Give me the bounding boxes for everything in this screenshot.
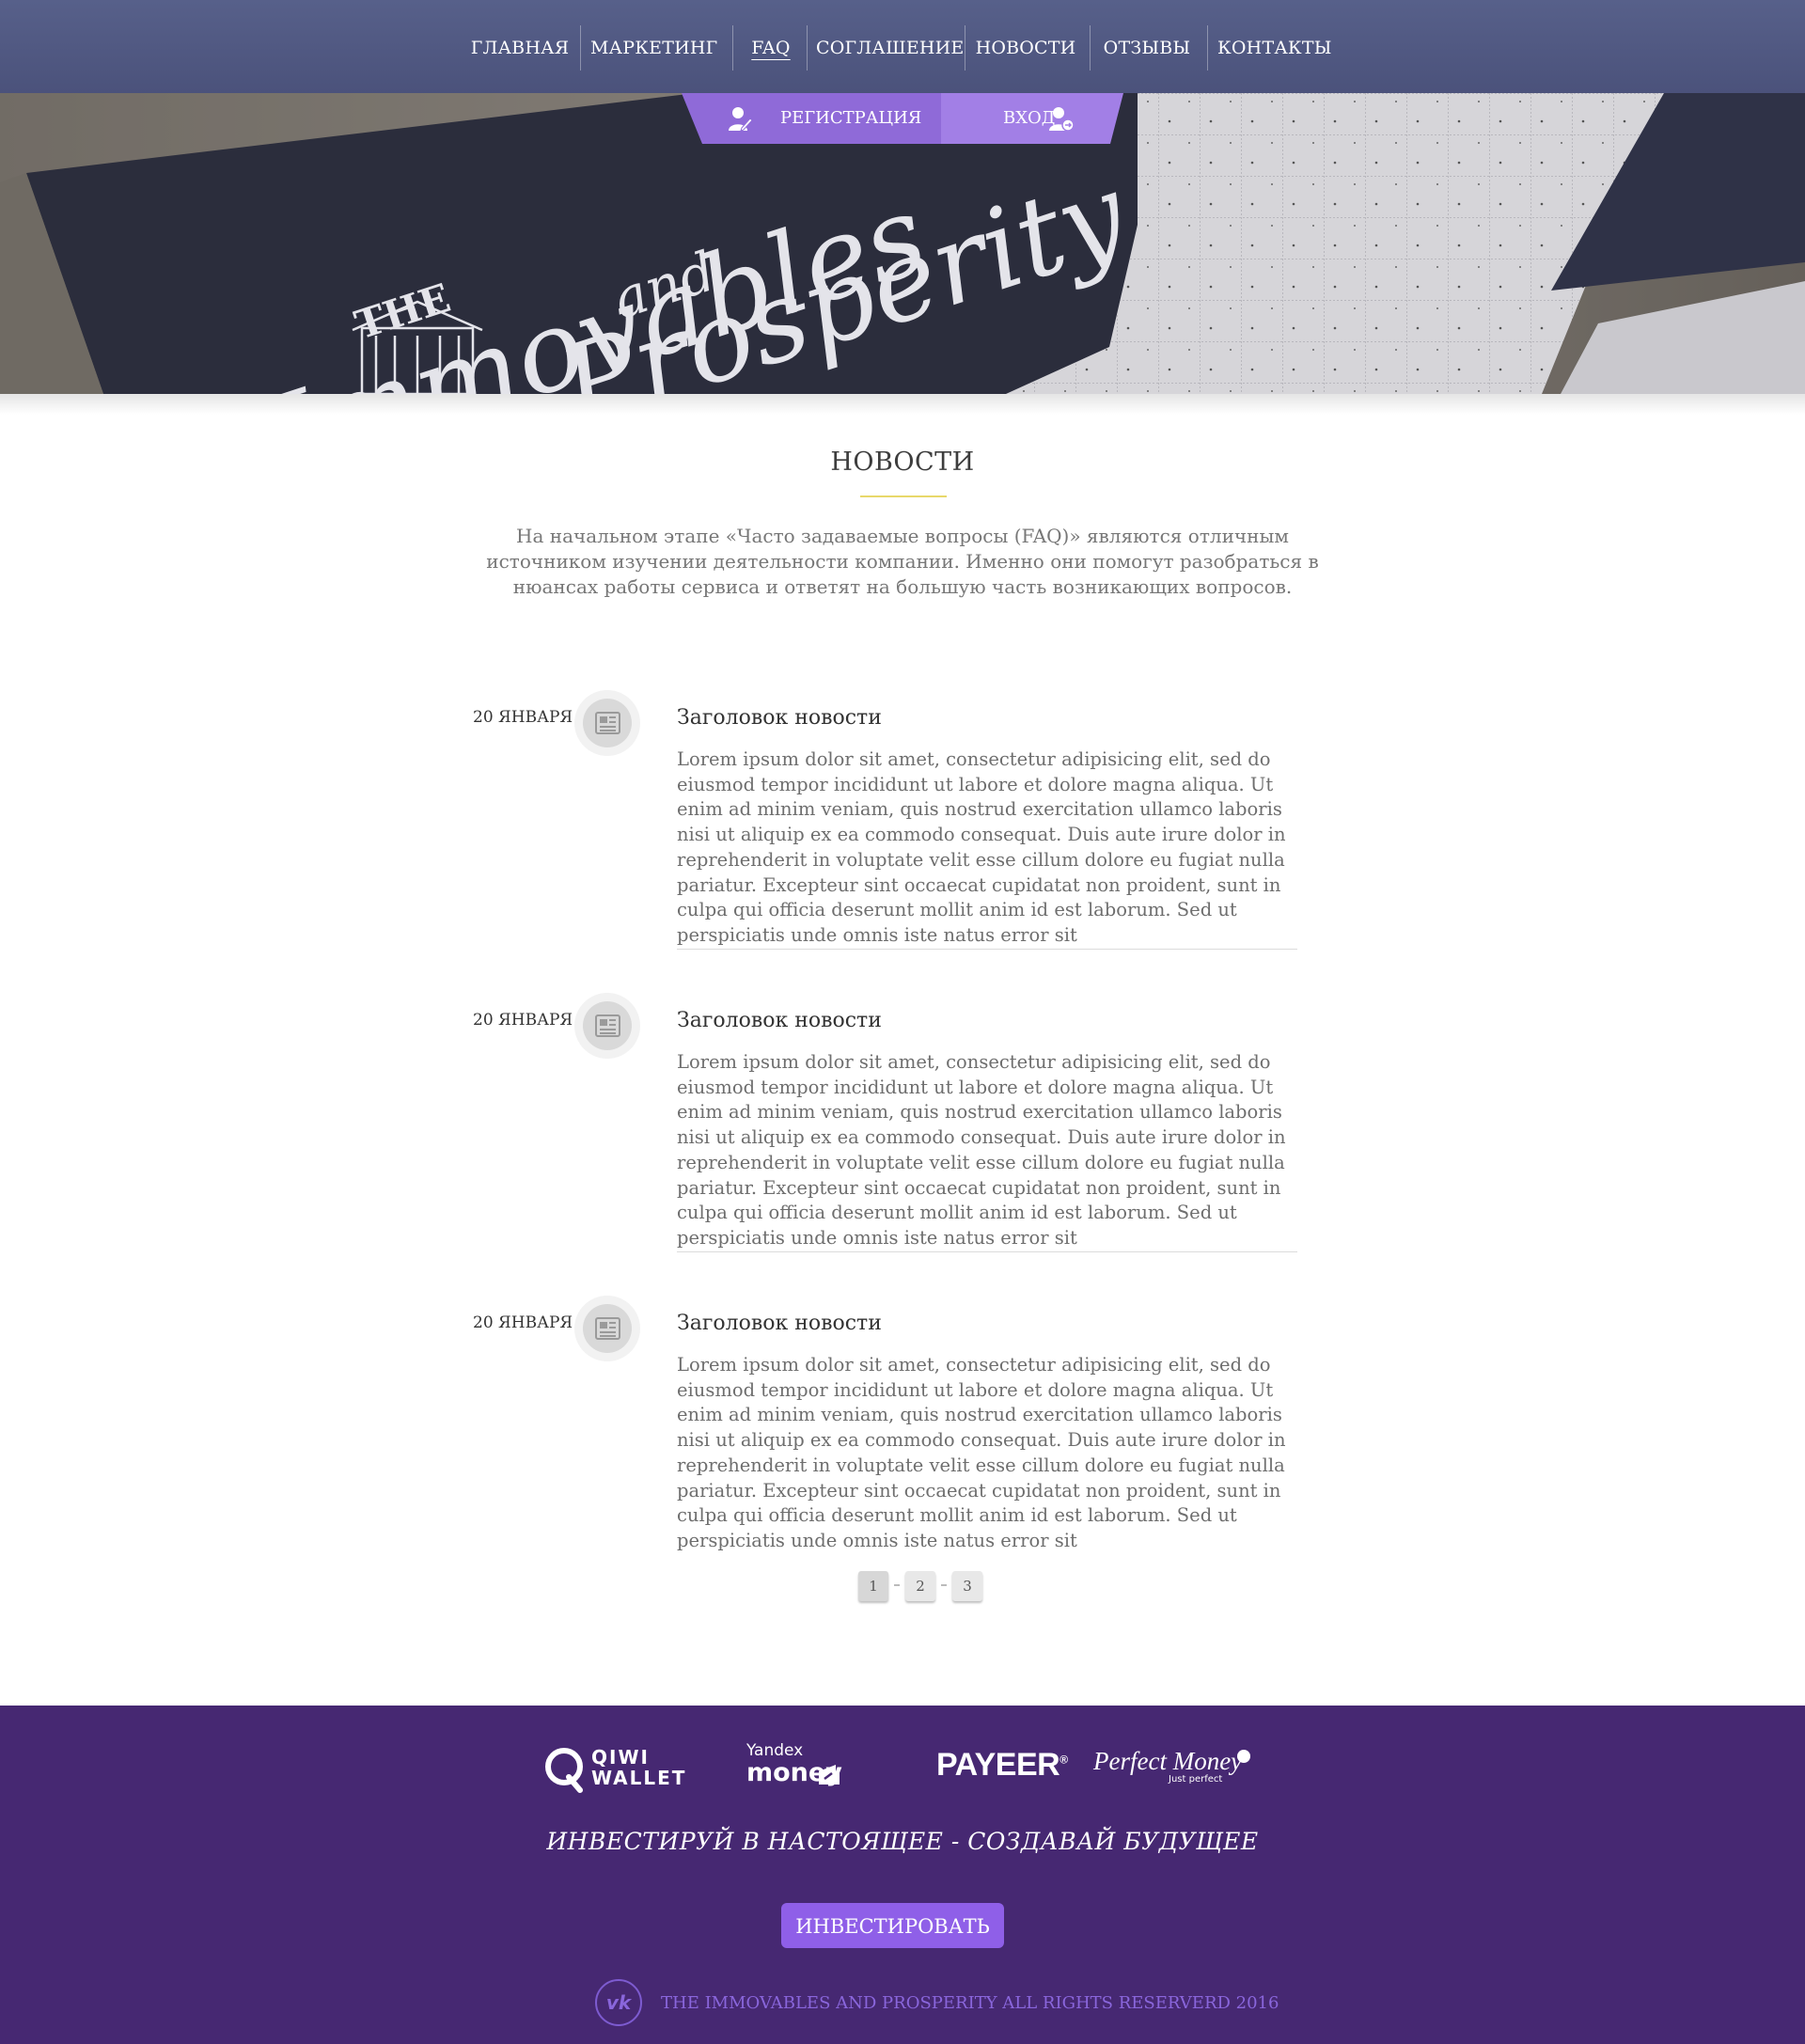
footer-slogan: ИНВЕСТИРУЙ В НАСТОЯЩЕЕ - СОЗДАВАЙ БУДУЩЕ…: [546, 1828, 1259, 1855]
newspaper-icon: [595, 1317, 620, 1340]
news-title[interactable]: Заголовок новости: [677, 706, 882, 730]
news-body: Lorem ipsum dolor sit amet, consectetur …: [677, 748, 1286, 946]
nav-item-reviews[interactable]: ОТЗЫВЫ: [1100, 0, 1194, 93]
page-separator: [894, 1584, 900, 1586]
perfect-money-text: Perfect Money: [1093, 1747, 1243, 1775]
news-body: Lorem ipsum dolor sit amet, consectetur …: [677, 1354, 1286, 1551]
nav-separator: [732, 25, 733, 71]
vk-logo: vk: [606, 1991, 633, 2014]
qiwi-wallet-logo: QIWI WALLET: [542, 1745, 684, 1794]
qiwi-line1: QIWI: [591, 1746, 650, 1769]
vk-icon[interactable]: vk: [595, 1979, 642, 2026]
login-button[interactable]: ВХОД: [941, 93, 1123, 144]
perfect-money-logo: Perfect Money Just perfect: [1093, 1747, 1253, 1788]
nav-separator: [1207, 25, 1208, 71]
register-button[interactable]: РЕГИСТРАЦИЯ: [682, 93, 941, 144]
news-divider: [677, 1251, 1297, 1252]
nav-item-news[interactable]: НОВОСТИ: [974, 0, 1077, 93]
payeer-logo: PAYEER®: [936, 1747, 1068, 1784]
newspaper-icon: [595, 712, 620, 734]
copyright-text: THE IMMOVABLES AND PROSPERITY ALL RIGHTS…: [661, 1993, 1279, 2013]
news-body: Lorem ipsum dolor sit amet, consectetur …: [677, 1051, 1286, 1249]
hero-shadow: [0, 394, 1805, 415]
nav-separator: [1090, 25, 1091, 71]
page-separator: [941, 1584, 947, 1586]
yandex-money-logo: Yandex money: [746, 1741, 850, 1796]
news-icon: [574, 993, 640, 1059]
news-title[interactable]: Заголовок новости: [677, 1312, 882, 1335]
user-edit-icon: [729, 107, 753, 132]
news-icon: [574, 690, 640, 756]
page-title: НОВОСТИ: [830, 448, 975, 477]
nav-item-marketing[interactable]: МАРКЕТИНГ: [590, 0, 717, 93]
user-login-icon: [1049, 107, 1075, 132]
perfect-money-subtitle: Just perfect: [1169, 1774, 1223, 1785]
yandex-wallet-icon: [819, 1765, 840, 1785]
news-divider: [677, 949, 1297, 950]
payeer-mark: ®: [1059, 1753, 1068, 1767]
pagination: 1 2 3: [0, 1571, 1805, 1601]
nav-item-agreement[interactable]: СОГЛАШЕНИЕ: [816, 0, 964, 93]
register-label: РЕГИСТРАЦИЯ: [780, 108, 922, 128]
intro-text: На начальном этапе «Часто задаваемые воп…: [486, 525, 1319, 598]
title-underline: [860, 495, 947, 497]
news-date: 20 ЯНВАРЯ: [473, 1313, 573, 1332]
nav-item-contacts[interactable]: КОНТАКТЫ: [1217, 0, 1331, 93]
svg-text:vk: vk: [606, 1991, 633, 2014]
nav-separator: [580, 25, 581, 71]
news-icon: [574, 1296, 640, 1361]
page-button-2[interactable]: 2: [905, 1571, 935, 1601]
perfect-money-badge-icon: [1237, 1750, 1250, 1763]
invest-button[interactable]: ИНВЕСТИРОВАТЬ: [781, 1903, 1004, 1948]
payeer-text: PAYEER: [936, 1747, 1060, 1783]
page-button-1[interactable]: 1: [858, 1571, 888, 1601]
news-date: 20 ЯНВАРЯ: [473, 708, 573, 727]
yandex-line1: Yandex: [746, 1741, 804, 1760]
qiwi-icon: [545, 1748, 583, 1793]
news-date: 20 ЯНВАРЯ: [473, 1011, 573, 1030]
nav-item-home[interactable]: ГЛАВНАЯ: [470, 0, 570, 93]
qiwi-line2: WALLET: [591, 1767, 687, 1789]
auth-tab: РЕГИСТРАЦИЯ ВХОД: [682, 93, 1123, 144]
page-button-3[interactable]: 3: [952, 1571, 982, 1601]
news-title[interactable]: Заголовок новости: [677, 1009, 882, 1032]
nav-item-faq[interactable]: FAQ: [743, 0, 799, 93]
top-navigation: ГЛАВНАЯ МАРКЕТИНГ FAQ СОГЛАШЕНИЕ НОВОСТИ…: [0, 0, 1805, 93]
newspaper-icon: [595, 1014, 620, 1037]
nav-separator: [807, 25, 808, 71]
